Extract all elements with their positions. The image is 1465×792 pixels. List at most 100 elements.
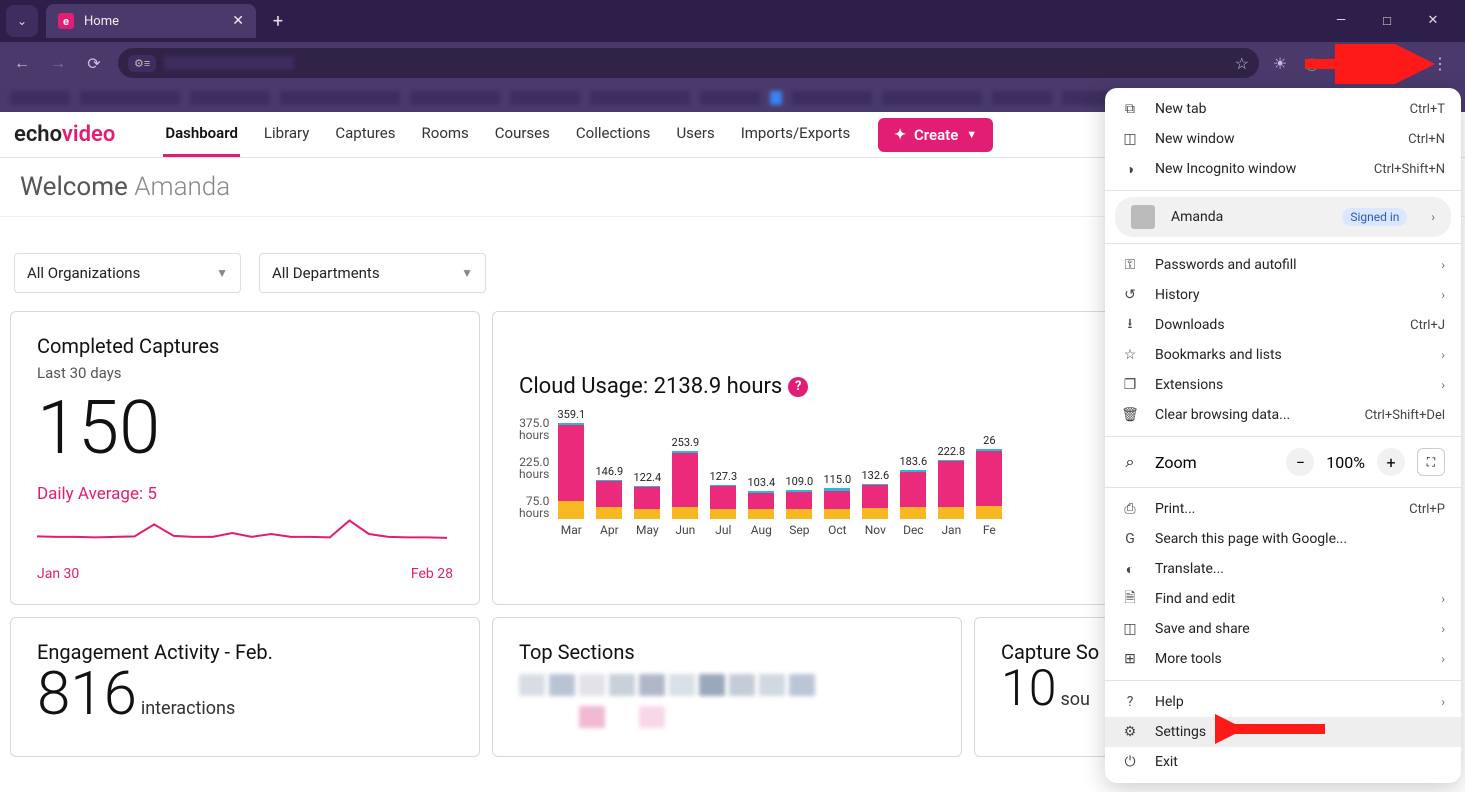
menu-item-save-and-share[interactable]: ◫Save and share› (1105, 614, 1461, 644)
menu-item-exit[interactable]: ⏻Exit (1105, 747, 1461, 777)
menu-item-more-tools[interactable]: ⊞More tools› (1105, 644, 1461, 674)
new-tab-button[interactable]: + (264, 7, 292, 35)
reload-button[interactable]: ⟳ (82, 54, 106, 73)
section-cell-blur (579, 674, 605, 696)
forward-button[interactable]: → (46, 53, 70, 73)
window-close[interactable]: ✕ (1419, 13, 1447, 29)
help-icon[interactable]: ? (788, 377, 808, 397)
chevron-right-icon: › (1441, 695, 1445, 709)
y-tick: 75.0hours (519, 495, 549, 519)
card-subtitle: Last 30 days (37, 364, 453, 382)
site-settings-chip[interactable]: ⚙≡ (128, 55, 156, 72)
back-button[interactable]: ← (10, 53, 34, 73)
menu-icon: ↺ (1121, 287, 1139, 303)
nav-tab-courses[interactable]: Courses (493, 112, 552, 157)
menu-item-clear-browsing-data[interactable]: 🗑Clear browsing data...Ctrl+Shift+Del (1105, 400, 1461, 430)
menu-zoom-row: ⌕ Zoom − 100% + ⛶ (1105, 443, 1461, 481)
bar-value-label: 122.4 (634, 471, 662, 484)
address-bar[interactable]: ⚙≡ ☆ (118, 48, 1259, 78)
browser-tab-home[interactable]: e Home ✕ (46, 4, 256, 38)
menu-icon: ⧉ (1121, 101, 1139, 117)
menu-item-passwords-and-autofill[interactable]: ⚿Passwords and autofill› (1105, 250, 1461, 280)
menu-icon: ⚿ (1121, 257, 1139, 273)
chevron-down-icon: ▼ (966, 128, 977, 141)
card-top-sections: Top Sections (492, 617, 962, 757)
chevron-right-icon: › (1431, 210, 1435, 224)
menu-item-extensions[interactable]: ❐Extensions› (1105, 370, 1461, 400)
bookmark-star-icon[interactable]: ☆ (1235, 54, 1249, 73)
nav-tab-dashboard[interactable]: Dashboard (163, 112, 240, 157)
menu-label: Passwords and autofill (1155, 257, 1297, 273)
menu-label: More tools (1155, 651, 1222, 667)
section-cell-blur (759, 674, 785, 696)
chevron-down-icon: ▼ (216, 266, 228, 280)
bar-apr: 146.9Apr (593, 465, 625, 537)
menu-icon: ⭳ (1121, 313, 1139, 337)
browser-titlebar: ⌄ e Home ✕ + — □ ✕ (0, 0, 1465, 42)
window-minimize[interactable]: — (1327, 13, 1355, 29)
fullscreen-button[interactable]: ⛶ (1417, 448, 1445, 476)
signed-in-badge: Signed in (1342, 208, 1407, 226)
y-tick: 225.0hours (519, 456, 549, 480)
card-title: Completed Captures (37, 334, 453, 358)
close-tab-icon[interactable]: ✕ (232, 13, 244, 29)
bar-month-label: May (636, 523, 659, 537)
bar-nov: 132.6Nov (859, 469, 891, 537)
menu-icon: ? (1121, 694, 1139, 710)
nav-tab-importsexports[interactable]: Imports/Exports (739, 112, 853, 157)
nav-tab-rooms[interactable]: Rooms (420, 112, 471, 157)
menu-item-help[interactable]: ?Help› (1105, 687, 1461, 717)
menu-item-translate[interactable]: ◐Translate... (1105, 554, 1461, 584)
tab-title: Home (84, 14, 119, 29)
tab-search-dropdown[interactable]: ⌄ (6, 5, 38, 37)
bar-value-label: 127.3 (710, 470, 738, 483)
menu-item-new-incognito-window[interactable]: ◑New Incognito windowCtrl+Shift+N (1105, 154, 1461, 184)
menu-item-downloads[interactable]: ⭳DownloadsCtrl+J (1105, 310, 1461, 340)
window-maximize[interactable]: □ (1373, 13, 1401, 29)
menu-item-find-and-edit[interactable]: 🗎Find and edit› (1105, 584, 1461, 614)
nav-tab-captures[interactable]: Captures (333, 112, 397, 157)
zoom-in-button[interactable]: + (1377, 448, 1405, 476)
bar-value-label: 26 (983, 434, 995, 447)
create-button[interactable]: ✦ Create ▼ (878, 118, 993, 152)
menu-icon: ☆ (1121, 347, 1139, 363)
nav-tab-users[interactable]: Users (674, 112, 716, 157)
avatar (1131, 205, 1155, 229)
menu-icon: ❐ (1121, 377, 1139, 393)
menu-item-history[interactable]: ↺History› (1105, 280, 1461, 310)
bar-stack (748, 491, 774, 519)
y-tick: 375.0hours (519, 417, 549, 441)
section-cell-blur (609, 674, 635, 696)
create-label: Create (914, 126, 958, 144)
menu-item-search-this-page-with-google[interactable]: GSearch this page with Google... (1105, 524, 1461, 554)
menu-label: Find and edit (1155, 591, 1235, 607)
menu-item-print[interactable]: ⎙Print...Ctrl+P (1105, 494, 1461, 524)
menu-icon: ⎙ (1121, 501, 1139, 517)
bar-stack (710, 485, 736, 519)
logo-echo: echo (14, 122, 62, 147)
org-select[interactable]: All Organizations ▼ (14, 253, 241, 293)
menu-item-bookmarks-and-lists[interactable]: ☆Bookmarks and lists› (1105, 340, 1461, 370)
menu-icon: G (1121, 531, 1139, 547)
section-cell-blur (549, 674, 575, 696)
nav-tab-library[interactable]: Library (262, 112, 311, 157)
favicon-echovideo: e (58, 13, 74, 29)
chevron-right-icon: › (1441, 592, 1445, 606)
sources-value: 10 (1001, 660, 1056, 718)
menu-account[interactable]: Amanda Signed in › (1115, 197, 1451, 237)
section-cell-blur (789, 674, 815, 696)
section-cell-blur (759, 706, 785, 728)
menu-item-new-tab[interactable]: ⧉New tabCtrl+T (1105, 94, 1461, 124)
chevron-right-icon: › (1441, 348, 1445, 362)
nav-tab-collections[interactable]: Collections (574, 112, 653, 157)
menu-label: Translate... (1155, 561, 1224, 577)
zoom-out-button[interactable]: − (1286, 448, 1314, 476)
menu-item-new-window[interactable]: ◫New windowCtrl+N (1105, 124, 1461, 154)
bar-stack (900, 470, 926, 519)
annotation-arrow-to-settings (1215, 714, 1335, 744)
dept-select[interactable]: All Departments ▼ (259, 253, 486, 293)
extension-icon-1[interactable]: ☀ (1271, 54, 1289, 72)
echovideo-logo[interactable]: echovideo (14, 122, 115, 147)
zoom-value: 100% (1326, 453, 1365, 472)
bar-fe: 26Fe (973, 434, 1005, 537)
